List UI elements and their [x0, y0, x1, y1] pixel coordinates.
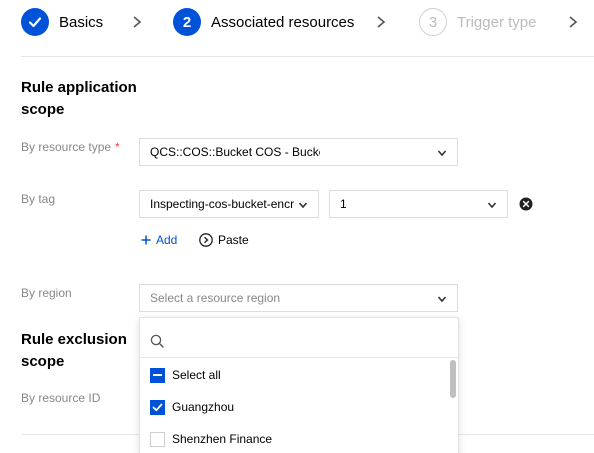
chevron-down-icon — [437, 150, 447, 157]
application-scope-title: Rule application scope — [21, 77, 137, 121]
add-tag-button[interactable]: Add — [141, 233, 177, 247]
resource-type-label: By resource type * — [21, 140, 120, 154]
resource-type-select[interactable]: QCS::COS::Bucket COS - Bucket — [139, 138, 458, 166]
tag-value-select[interactable]: 1 — [329, 190, 508, 218]
application-scope-title-line2: scope — [21, 101, 65, 118]
chevron-right-icon — [133, 16, 142, 28]
option-select-all[interactable]: Select all — [150, 365, 221, 385]
resource-type-value: QCS::COS::Bucket COS - Bucket — [150, 145, 320, 159]
plus-icon — [141, 235, 151, 245]
chevron-right-icon — [569, 16, 578, 28]
option-shenzhen-finance[interactable]: Shenzhen Finance — [150, 429, 272, 449]
step-3-label[interactable]: Trigger type — [457, 14, 536, 31]
tag-key-value: Inspecting-cos-bucket-encr — [150, 197, 295, 211]
application-scope-title-line1: Rule application — [21, 79, 137, 96]
required-mark: * — [115, 140, 120, 154]
chevron-down-icon — [298, 202, 308, 209]
option-label: Guangzhou — [172, 400, 235, 414]
region-search-input[interactable] — [170, 328, 440, 350]
tag-label: By tag — [21, 192, 56, 206]
chevron-down-icon — [487, 202, 497, 209]
resource-id-label: By resource ID — [21, 391, 101, 405]
stepper-divider — [21, 56, 594, 57]
paste-tag-button[interactable]: Paste — [199, 233, 249, 247]
dropdown-scrollbar[interactable] — [450, 360, 456, 398]
region-placeholder: Select a resource region — [150, 291, 281, 305]
step-1-label[interactable]: Basics — [59, 14, 103, 31]
unchecked-checkbox-icon[interactable] — [150, 431, 165, 447]
step-1-check-icon[interactable] — [21, 8, 49, 36]
step-2-number[interactable]: 2 — [173, 8, 201, 36]
tag-key-select[interactable]: Inspecting-cos-bucket-encr — [139, 190, 319, 218]
exclusion-scope-title: Rule exclusion scope — [21, 329, 127, 373]
paste-tag-label: Paste — [218, 233, 249, 247]
add-tag-label: Add — [156, 233, 178, 247]
checked-checkbox-icon[interactable] — [150, 399, 165, 415]
step-3-number[interactable]: 3 — [419, 8, 447, 36]
option-label: Select all — [172, 368, 221, 382]
option-guangzhou[interactable]: Guangzhou — [150, 397, 234, 417]
resource-type-label-text: By resource type — [21, 140, 112, 154]
search-icon — [150, 334, 164, 348]
region-select[interactable]: Select a resource region — [139, 284, 458, 312]
region-search-box[interactable] — [140, 318, 458, 358]
option-label: Shenzhen Finance — [172, 432, 273, 446]
paste-icon — [199, 233, 213, 247]
region-label: By region — [21, 286, 72, 300]
remove-tag-icon[interactable] — [519, 197, 533, 211]
exclusion-scope-title-line1: Rule exclusion — [21, 331, 127, 348]
chevron-right-icon — [377, 16, 386, 28]
chevron-down-icon — [437, 296, 447, 303]
indeterminate-checkbox-icon[interactable] — [150, 367, 165, 383]
step-2-label[interactable]: Associated resources — [211, 14, 354, 31]
exclusion-scope-title-line2: scope — [21, 353, 65, 370]
tag-value-value: 1 — [340, 197, 347, 211]
region-dropdown: Select all Guangzhou Shenzhen Finance — [139, 317, 459, 453]
